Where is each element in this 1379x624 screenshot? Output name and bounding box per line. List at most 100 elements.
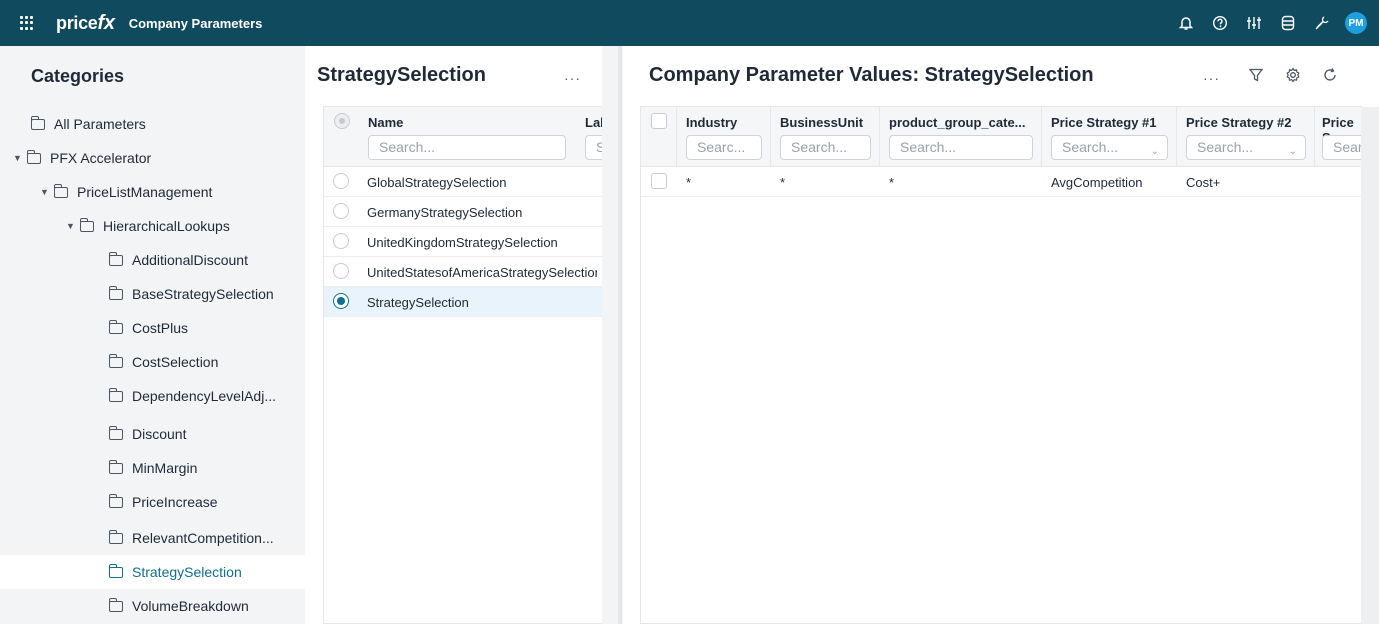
- header-radio: [334, 113, 350, 129]
- tree-item-pfx-accelerator[interactable]: ▼ PFX Accelerator: [13, 141, 305, 175]
- row-radio[interactable]: [333, 233, 349, 249]
- settings-icon[interactable]: [1284, 66, 1302, 84]
- folder-icon: [53, 183, 68, 198]
- row-checkbox[interactable]: [651, 173, 667, 189]
- grid-header: Name Search... Lal S: [324, 107, 602, 167]
- list-row[interactable]: UnitedStatesofAmericaStrategySelection: [324, 257, 602, 287]
- tree-item-label: StrategySelection: [132, 564, 242, 580]
- app-title: Company Parameters: [128, 15, 263, 31]
- price-strategy-1-select[interactable]: Search... ⌄: [1051, 135, 1168, 160]
- parameter-values-title: Company Parameter Values: StrategySelect…: [649, 64, 1094, 86]
- caret-down-icon[interactable]: ▼: [13, 153, 27, 163]
- tree-item-basestrategyselection[interactable]: BaseStrategySelection: [108, 277, 305, 311]
- price-strategy-3-search-input[interactable]: Sear: [1322, 135, 1361, 160]
- folder-icon: [30, 115, 45, 130]
- tree-item-discount[interactable]: Discount: [108, 417, 305, 451]
- refresh-icon[interactable]: [1321, 66, 1339, 84]
- column-header-name[interactable]: Name: [368, 115, 403, 130]
- tree-item-pricelistmanagement[interactable]: ▼ PriceListManagement: [40, 175, 305, 209]
- tree-item-label: CostSelection: [132, 354, 219, 370]
- table-row[interactable]: * * * AvgCompetition Cost+: [641, 167, 1361, 197]
- row-radio[interactable]: [333, 263, 349, 279]
- industry-search-input[interactable]: Searc...: [686, 135, 762, 160]
- select-all-checkbox[interactable]: [651, 113, 667, 129]
- label-search-input[interactable]: S: [585, 135, 602, 160]
- parameter-list-grid: Name Search... Lal S GlobalStrategySelec…: [323, 106, 602, 624]
- tree-item-minmargin[interactable]: MinMargin: [108, 451, 305, 485]
- user-avatar[interactable]: PM: [1345, 12, 1367, 34]
- tree-item-all-parameters[interactable]: All Parameters: [30, 107, 305, 141]
- row-name: GlobalStrategySelection: [367, 175, 507, 190]
- help-icon[interactable]: [1203, 0, 1237, 46]
- tree-item-label: PriceIncrease: [132, 494, 218, 510]
- column-header-label[interactable]: Lal: [585, 115, 602, 130]
- tree-item-relevantcompetition[interactable]: RelevantCompetition...: [108, 521, 305, 555]
- bell-icon[interactable]: [1169, 0, 1203, 46]
- panel-splitter[interactable]: [602, 46, 623, 624]
- list-row[interactable]: UnitedKingdomStrategySelection: [324, 227, 602, 257]
- column-header-industry[interactable]: Industry: [686, 115, 737, 130]
- tree-item-additionaldiscount[interactable]: AdditionalDiscount: [108, 243, 305, 277]
- filter-icon[interactable]: [1247, 66, 1265, 84]
- name-search-input[interactable]: Search...: [368, 135, 566, 160]
- tree-item-label: PriceListManagement: [77, 184, 213, 200]
- tree-item-label: All Parameters: [54, 116, 146, 132]
- tree-item-label: Discount: [132, 426, 187, 442]
- cell-product-group: *: [889, 175, 895, 190]
- parameter-values-grid: Industry Searc... BusinessUnit Search...…: [640, 106, 1362, 624]
- grid-header: Industry Searc... BusinessUnit Search...…: [641, 107, 1361, 167]
- cell-price-strategy-2: Cost+: [1186, 175, 1221, 190]
- more-options-icon[interactable]: ···: [564, 70, 581, 86]
- list-row[interactable]: GermanyStrategySelection: [324, 197, 602, 227]
- column-header-price-strategy-1[interactable]: Price Strategy #1: [1051, 115, 1157, 130]
- row-name: UnitedStatesofAmericaStrategySelection: [367, 265, 597, 280]
- folder-icon: [26, 149, 41, 164]
- column-header-product-group[interactable]: product_group_cate...: [889, 115, 1026, 130]
- parameter-values-panel: Company Parameter Values: StrategySelect…: [623, 46, 1379, 624]
- parameter-list-panel: StrategySelection ··· Name Search... Lal…: [305, 46, 602, 624]
- tree-item-label: HierarchicalLookups: [103, 218, 230, 234]
- caret-down-icon[interactable]: ▼: [66, 221, 80, 231]
- column-header-price-strategy-2[interactable]: Price Strategy #2: [1186, 115, 1292, 130]
- tree-item-label: AdditionalDiscount: [132, 252, 248, 268]
- folder-icon: [108, 425, 123, 440]
- folder-icon: [108, 563, 123, 578]
- more-options-icon[interactable]: ···: [1203, 70, 1220, 86]
- chevron-down-icon: ⌄: [1288, 146, 1297, 157]
- list-row[interactable]: GlobalStrategySelection: [324, 167, 602, 197]
- list-row-selected[interactable]: StrategySelection: [324, 287, 602, 317]
- row-radio[interactable]: [333, 173, 349, 189]
- folder-icon: [108, 319, 123, 334]
- folder-icon: [108, 353, 123, 368]
- tree-item-strategyselection[interactable]: StrategySelection: [0, 555, 305, 589]
- vertical-scrollbar[interactable]: [1361, 107, 1379, 624]
- row-name: GermanyStrategySelection: [367, 205, 523, 220]
- tree-item-costplus[interactable]: CostPlus: [108, 311, 305, 345]
- row-radio-selected[interactable]: [333, 293, 349, 309]
- price-strategy-2-select[interactable]: Search... ⌄: [1186, 135, 1306, 160]
- folder-icon: [108, 387, 123, 402]
- column-header-businessunit[interactable]: BusinessUnit: [780, 115, 863, 130]
- row-name: StrategySelection: [367, 295, 469, 310]
- tree-item-priceincrease[interactable]: PriceIncrease: [108, 485, 305, 519]
- row-radio[interactable]: [333, 203, 349, 219]
- tree-item-volumebreakdown[interactable]: VolumeBreakdown: [108, 589, 305, 623]
- folder-icon: [108, 529, 123, 544]
- categories-title: Categories: [31, 66, 125, 86]
- tree-item-dependencyleveladj[interactable]: DependencyLevelAdj...: [108, 379, 305, 413]
- tree-item-hierarchicallookups[interactable]: ▼ HierarchicalLookups: [66, 209, 305, 243]
- categories-panel: Categories All Parameters ▼ PFX Accelerat…: [0, 46, 305, 624]
- app-launcher-icon[interactable]: [20, 16, 34, 30]
- tools-icon[interactable]: [1305, 0, 1339, 46]
- row-name: UnitedKingdomStrategySelection: [367, 235, 558, 250]
- businessunit-search-input[interactable]: Search...: [780, 135, 871, 160]
- sliders-icon[interactable]: [1237, 0, 1271, 46]
- top-bar: pricefx Company Parameters PM: [0, 0, 1379, 46]
- caret-down-icon[interactable]: ▼: [40, 187, 54, 197]
- pricefx-logo[interactable]: pricefx: [56, 12, 115, 35]
- cell-price-strategy-1: AvgCompetition: [1051, 175, 1143, 190]
- tree-item-costselection[interactable]: CostSelection: [108, 345, 305, 379]
- database-icon[interactable]: [1271, 0, 1305, 46]
- tree-item-label: PFX Accelerator: [50, 150, 152, 166]
- product-group-search-input[interactable]: Search...: [889, 135, 1033, 160]
